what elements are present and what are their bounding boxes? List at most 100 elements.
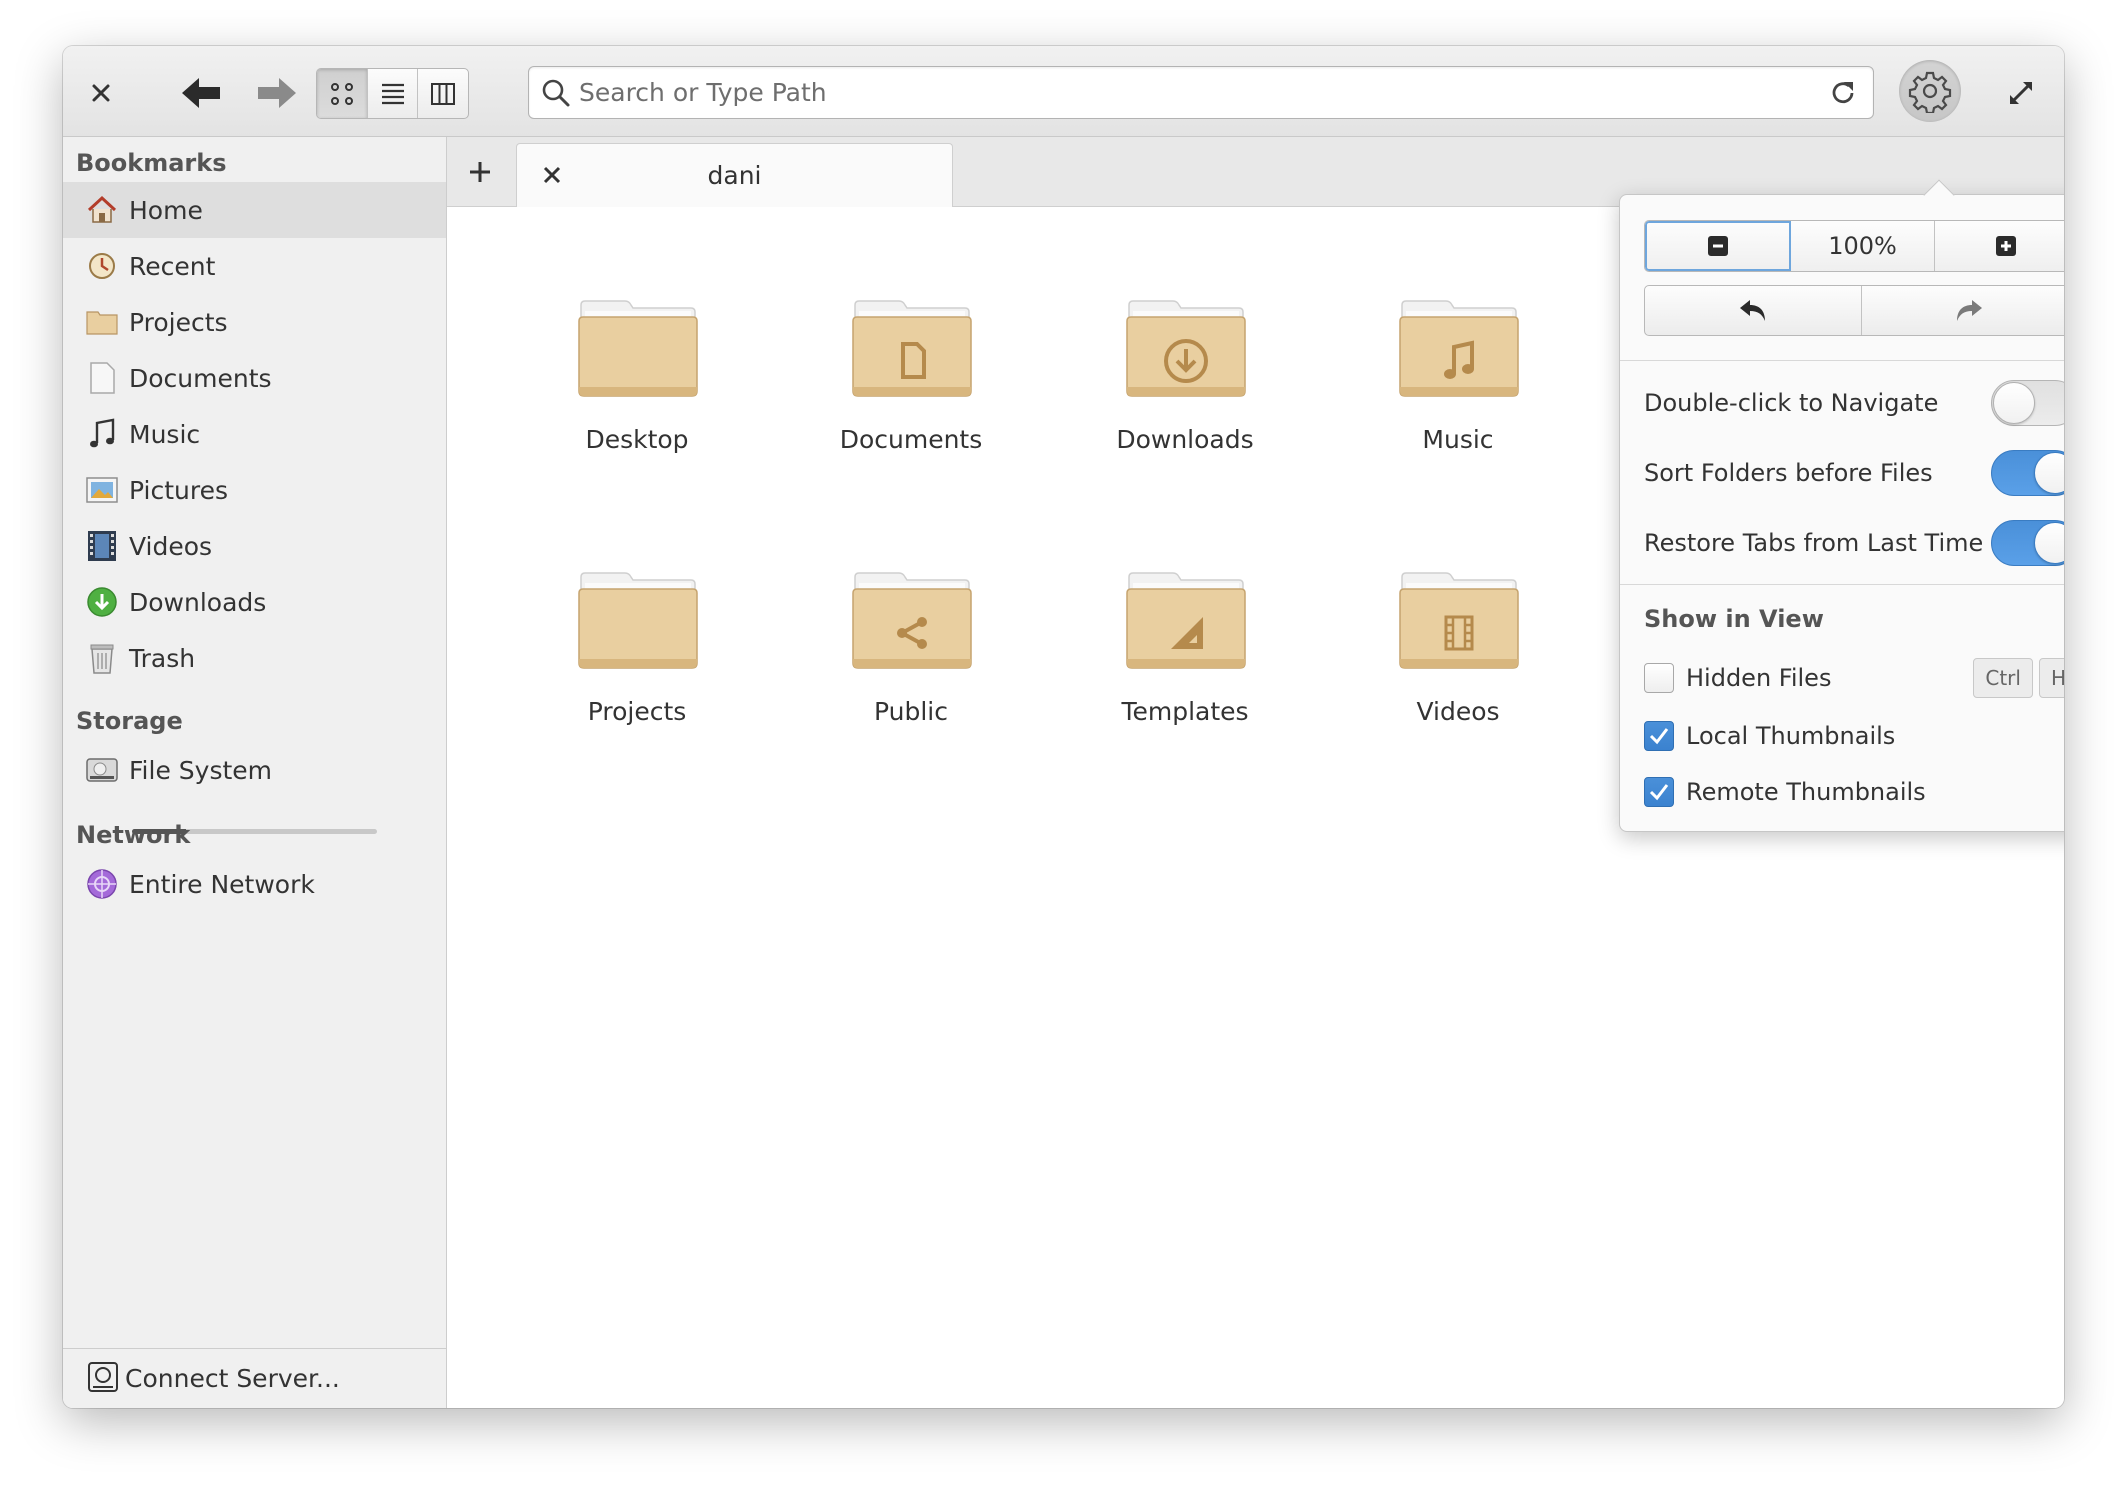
icon-view-button[interactable]: [317, 69, 368, 118]
shortcut-key: Ctrl: [1973, 658, 2033, 698]
sidebar-item-trash[interactable]: Trash: [63, 630, 446, 686]
separator: [1620, 584, 2064, 585]
remote-thumbnails-checkbox[interactable]: [1644, 777, 1674, 807]
settings-popover: 100% Double-click to Navigate Sort Folde…: [1619, 179, 2065, 832]
folder-item[interactable]: Projects: [512, 571, 762, 771]
show-in-view-heading: Show in View: [1644, 605, 1824, 633]
column-view-button[interactable]: [418, 69, 468, 118]
music-icon: [85, 417, 119, 451]
hidden-files-checkbox[interactable]: [1644, 663, 1674, 693]
harddisk-icon: [85, 753, 119, 787]
sidebar-item-label: Pictures: [129, 475, 228, 505]
folder-label: Desktop: [585, 425, 689, 454]
restore-tabs-toggle[interactable]: [1991, 520, 2064, 566]
folder-label: Documents: [839, 425, 983, 454]
sidebar-item-projects[interactable]: Projects: [63, 294, 446, 350]
restore-tabs-setting: Restore Tabs from Last Time: [1644, 518, 2064, 568]
sidebar: Bookmarks Home Recent Projects Documents: [63, 137, 447, 1408]
redo-button[interactable]: [1862, 286, 2065, 335]
folder-documents-icon: [851, 299, 973, 399]
sidebar-item-documents[interactable]: Documents: [63, 350, 446, 406]
separator: [1620, 360, 2064, 361]
double-click-setting: Double-click to Navigate: [1644, 378, 2064, 428]
search-icon: [539, 76, 573, 110]
setting-label: Double-click to Navigate: [1644, 389, 1939, 417]
file-manager-window: Bookmarks Home Recent Projects Documents: [63, 46, 2064, 1408]
folder-label: Videos: [1416, 697, 1500, 726]
sidebar-item-recent[interactable]: Recent: [63, 238, 446, 294]
sidebar-item-music[interactable]: Music: [63, 406, 446, 462]
sort-folders-setting: Sort Folders before Files: [1644, 448, 2064, 498]
zoom-out-button[interactable]: [1645, 221, 1791, 271]
sidebar-item-home[interactable]: Home: [63, 182, 446, 238]
folder-item[interactable]: Music: [1333, 299, 1583, 499]
search-input[interactable]: [579, 70, 1821, 115]
sidebar-item-label: Downloads: [129, 587, 267, 617]
folder-label: Downloads: [1116, 425, 1254, 454]
folder-item[interactable]: Downloads: [1060, 299, 1310, 499]
folder-videos-icon: [1398, 571, 1520, 671]
forward-button[interactable]: [245, 67, 309, 119]
document-icon: [85, 361, 119, 395]
sidebar-item-label: File System: [129, 755, 273, 785]
remote-thumbnails-option[interactable]: Remote Thumbnails: [1644, 770, 2064, 814]
maximize-button[interactable]: [1995, 67, 2047, 119]
connect-server-button[interactable]: Connect Server...: [63, 1348, 446, 1408]
local-thumbnails-checkbox[interactable]: [1644, 721, 1674, 751]
trash-icon: [85, 641, 119, 675]
folder-icon: [85, 305, 119, 339]
plus-icon: [1996, 236, 2016, 256]
tab-label: dani: [707, 161, 762, 190]
folder-item[interactable]: Templates: [1060, 571, 1310, 771]
folder-label: Public: [874, 697, 948, 726]
location-bar: [528, 66, 1874, 119]
folder-item[interactable]: Videos: [1333, 571, 1583, 771]
double-click-toggle[interactable]: [1991, 380, 2064, 426]
reload-icon[interactable]: [1821, 71, 1865, 115]
sidebar-item-label: Trash: [129, 643, 196, 673]
option-label: Remote Thumbnails: [1686, 778, 1926, 806]
folder-item[interactable]: Public: [786, 571, 1036, 771]
undo-button[interactable]: [1645, 286, 1862, 335]
sidebar-item-label: Music: [129, 419, 201, 449]
local-thumbnails-option[interactable]: Local Thumbnails: [1644, 714, 2064, 758]
sidebar-item-downloads[interactable]: Downloads: [63, 574, 446, 630]
new-tab-button[interactable]: [463, 155, 497, 189]
pictures-icon: [85, 473, 119, 507]
undo-icon: [1739, 299, 1765, 321]
settings-menu-button[interactable]: [1899, 60, 1961, 122]
sidebar-item-pictures[interactable]: Pictures: [63, 462, 446, 518]
home-icon: [85, 193, 119, 227]
back-button[interactable]: [169, 67, 233, 119]
tab-dani[interactable]: dani: [516, 143, 953, 207]
list-view-button[interactable]: [368, 69, 419, 118]
sidebar-item-videos[interactable]: Videos: [63, 518, 446, 574]
minus-icon: [1708, 236, 1728, 256]
sidebar-item-label: Home: [129, 195, 203, 225]
folder-icon: [577, 299, 699, 399]
folder-icon: [577, 571, 699, 671]
view-mode-switcher: [316, 68, 469, 119]
close-window-button[interactable]: [75, 67, 127, 119]
columns-icon: [431, 82, 456, 105]
arrow-right-icon: [258, 78, 296, 108]
zoom-level[interactable]: 100%: [1791, 221, 1935, 271]
folder-downloads-icon: [1125, 299, 1247, 399]
folder-item[interactable]: Documents: [786, 299, 1036, 499]
sidebar-item-file-system[interactable]: File System: [63, 742, 446, 798]
zoom-in-button[interactable]: [1935, 221, 2064, 271]
sort-folders-toggle[interactable]: [1991, 450, 2064, 496]
folder-item[interactable]: Desktop: [512, 299, 762, 499]
network-icon: [85, 867, 119, 901]
option-label: Local Thumbnails: [1686, 722, 1896, 750]
plus-icon: [470, 162, 490, 182]
hidden-files-option[interactable]: Hidden Files Ctrl H: [1644, 656, 2064, 700]
shortcut-keys: Ctrl H: [1973, 658, 2064, 698]
recent-icon: [85, 249, 119, 283]
toggle-knob: [1993, 382, 2035, 424]
zoom-controls: 100%: [1644, 220, 2064, 272]
server-icon: [87, 1361, 119, 1397]
connect-server-label: Connect Server...: [125, 1364, 340, 1393]
sidebar-item-entire-network[interactable]: Entire Network: [63, 856, 446, 912]
videos-icon: [85, 529, 119, 563]
